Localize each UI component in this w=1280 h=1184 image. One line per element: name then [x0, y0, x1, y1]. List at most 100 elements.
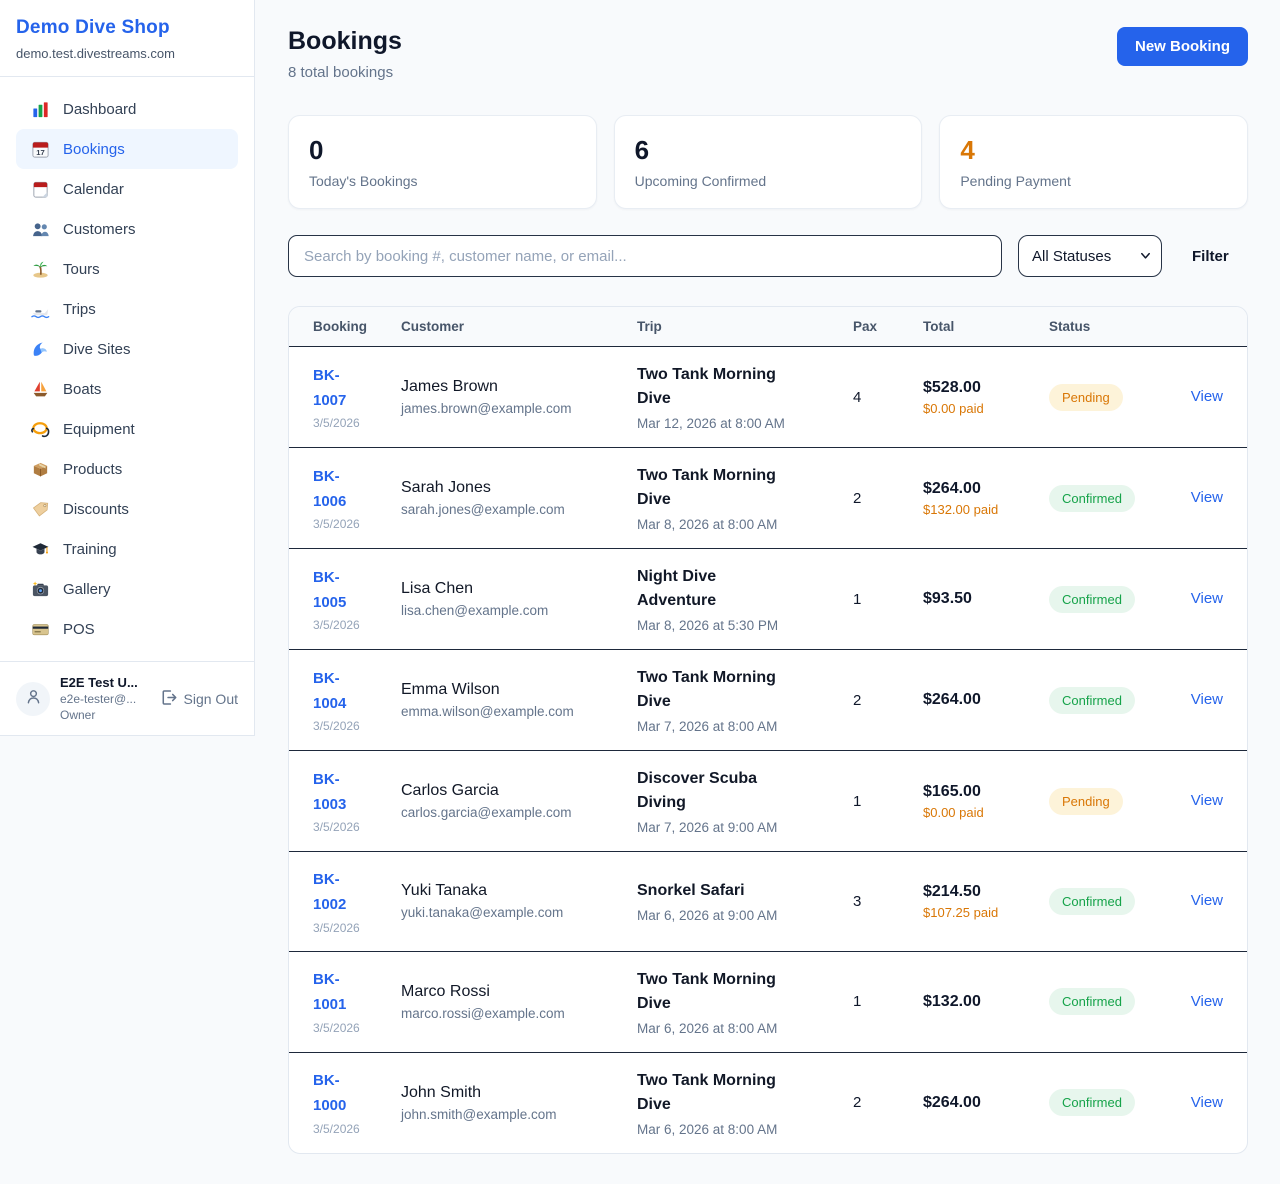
- user-avatar: [16, 682, 50, 716]
- stat-card: 6 Upcoming Confirmed: [614, 115, 923, 209]
- trip-datetime: Mar 6, 2026 at 8:00 AM: [637, 1021, 853, 1036]
- view-link[interactable]: View: [1191, 691, 1223, 708]
- new-booking-button[interactable]: New Booking: [1117, 27, 1248, 66]
- sign-out-button[interactable]: Sign Out: [159, 688, 238, 710]
- total-amount: $93.50: [923, 590, 1049, 608]
- customer-name: Marco Rossi: [401, 983, 637, 1001]
- table-row: BK-1002 3/5/2026 Yuki Tanaka yuki.tanaka…: [289, 852, 1247, 952]
- booking-date: 3/5/2026: [313, 618, 401, 632]
- view-link[interactable]: View: [1191, 489, 1223, 506]
- brand-header: Demo Dive Shop demo.test.divestreams.com: [0, 0, 254, 77]
- customer-email: sarah.jones@example.com: [401, 502, 637, 517]
- sidebar-nav: Dashboard 17 Bookings Calendar Customers…: [0, 77, 254, 661]
- booking-id-link[interactable]: BK-1000: [313, 1069, 369, 1119]
- stat-label: Today's Bookings: [309, 173, 576, 189]
- sidebar-item-products[interactable]: Products: [16, 449, 238, 489]
- sidebar-item-dashboard[interactable]: Dashboard: [16, 89, 238, 129]
- view-link[interactable]: View: [1191, 993, 1223, 1010]
- pax-count: 2: [853, 1052, 923, 1153]
- sidebar-item-tours[interactable]: Tours: [16, 249, 238, 289]
- sidebar-item-label: Calendar: [63, 181, 124, 198]
- sidebar-item-label: Dashboard: [63, 101, 136, 118]
- status-badge: Confirmed: [1049, 687, 1135, 714]
- sidebar-item-label: Training: [63, 541, 117, 558]
- trip-datetime: Mar 6, 2026 at 9:00 AM: [637, 908, 853, 923]
- pax-count: 1: [853, 751, 923, 852]
- sidebar-item-label: Products: [63, 461, 122, 478]
- view-link[interactable]: View: [1191, 792, 1223, 809]
- sidebar-item-label: Tours: [63, 261, 100, 278]
- booking-date: 3/5/2026: [313, 416, 401, 430]
- table-row: BK-1000 3/5/2026 John Smith john.smith@e…: [289, 1052, 1247, 1153]
- dive-mask-icon: [30, 419, 50, 439]
- page-header-text: Bookings 8 total bookings: [288, 27, 402, 81]
- stat-label: Upcoming Confirmed: [635, 173, 902, 189]
- filter-row: All Statuses Filter: [288, 235, 1248, 277]
- total-amount: $264.00: [923, 1094, 1049, 1112]
- sidebar-item-pos[interactable]: POS: [16, 609, 238, 649]
- stat-value: 6: [635, 135, 902, 166]
- col-header-booking: Booking: [289, 307, 401, 347]
- user-name: E2E Test U...: [60, 675, 149, 690]
- customer-email: emma.wilson@example.com: [401, 704, 637, 719]
- main-content: Bookings 8 total bookings New Booking 0 …: [255, 0, 1280, 1184]
- customer-name: Lisa Chen: [401, 580, 637, 598]
- customer-name: Sarah Jones: [401, 479, 637, 497]
- trip-datetime: Mar 12, 2026 at 8:00 AM: [637, 416, 853, 431]
- table-row: BK-1001 3/5/2026 Marco Rossi marco.rossi…: [289, 951, 1247, 1052]
- booking-id-link[interactable]: BK-1002: [313, 868, 369, 918]
- booking-id-link[interactable]: BK-1001: [313, 968, 369, 1018]
- pax-count: 1: [853, 549, 923, 650]
- pax-count: 2: [853, 650, 923, 751]
- view-link[interactable]: View: [1191, 590, 1223, 607]
- sidebar-item-trips[interactable]: Trips: [16, 289, 238, 329]
- sidebar-item-bookings[interactable]: 17 Bookings: [16, 129, 238, 169]
- col-header-pax: Pax: [853, 307, 923, 347]
- shop-domain: demo.test.divestreams.com: [16, 46, 238, 61]
- view-link[interactable]: View: [1191, 892, 1223, 909]
- booking-id-link[interactable]: BK-1006: [313, 465, 369, 515]
- booking-id-link[interactable]: BK-1007: [313, 364, 369, 414]
- sidebar-item-calendar[interactable]: Calendar: [16, 169, 238, 209]
- user-email: e2e-tester@...: [60, 692, 149, 706]
- booking-id-link[interactable]: BK-1004: [313, 667, 369, 717]
- booking-id-link[interactable]: BK-1005: [313, 566, 369, 616]
- sidebar-item-dive-sites[interactable]: Dive Sites: [16, 329, 238, 369]
- filter-button[interactable]: Filter: [1192, 248, 1229, 265]
- speedboat-icon: [30, 299, 50, 319]
- search-input[interactable]: [288, 235, 1002, 277]
- customer-name: John Smith: [401, 1084, 637, 1102]
- col-header-total: Total: [923, 307, 1049, 347]
- status-badge: Confirmed: [1049, 1089, 1135, 1116]
- col-header-status: Status: [1049, 307, 1158, 347]
- bookings-calendar-icon: 17: [30, 139, 50, 159]
- sidebar-item-customers[interactable]: Customers: [16, 209, 238, 249]
- total-amount: $264.00: [923, 691, 1049, 709]
- col-header-actions: [1158, 307, 1247, 347]
- trip-name: Snorkel Safari: [637, 879, 797, 903]
- trip-datetime: Mar 8, 2026 at 5:30 PM: [637, 618, 853, 633]
- sidebar-item-boats[interactable]: Boats: [16, 369, 238, 409]
- sidebar-item-discounts[interactable]: Discounts: [16, 489, 238, 529]
- user-info: E2E Test U... e2e-tester@... Owner: [60, 675, 149, 722]
- total-amount: $528.00: [923, 379, 1049, 397]
- shop-name: Demo Dive Shop: [16, 17, 238, 39]
- sidebar-item-label: Discounts: [63, 501, 129, 518]
- sidebar-item-label: Equipment: [63, 421, 135, 438]
- table-row: BK-1007 3/5/2026 James Brown james.brown…: [289, 347, 1247, 448]
- view-link[interactable]: View: [1191, 388, 1223, 405]
- customer-email: lisa.chen@example.com: [401, 603, 637, 618]
- sidebar-item-training[interactable]: Training: [16, 529, 238, 569]
- view-link[interactable]: View: [1191, 1094, 1223, 1111]
- booking-id-link[interactable]: BK-1003: [313, 768, 369, 818]
- bookings-table: Booking Customer Trip Pax Total Status B…: [289, 307, 1247, 1153]
- sidebar-item-label: Customers: [63, 221, 136, 238]
- status-select[interactable]: All Statuses: [1018, 235, 1162, 277]
- page-title: Bookings: [288, 27, 402, 56]
- trip-datetime: Mar 7, 2026 at 8:00 AM: [637, 719, 853, 734]
- total-amount: $214.50: [923, 883, 1049, 901]
- sidebar-item-equipment[interactable]: Equipment: [16, 409, 238, 449]
- table-row: BK-1005 3/5/2026 Lisa Chen lisa.chen@exa…: [289, 549, 1247, 650]
- pax-count: 3: [853, 852, 923, 952]
- sidebar-item-gallery[interactable]: Gallery: [16, 569, 238, 609]
